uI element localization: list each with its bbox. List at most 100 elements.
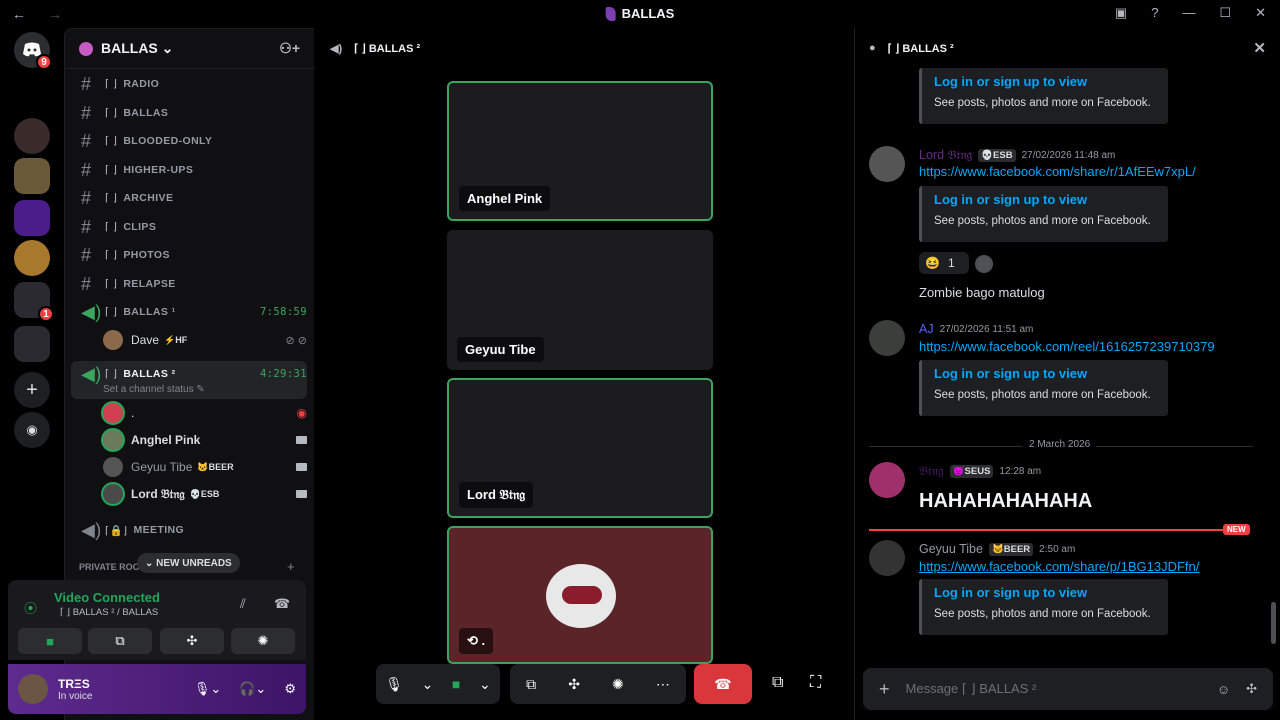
video-tile[interactable]: Lord 𝔅𝔱𝔫𝔤 bbox=[447, 378, 713, 518]
inbox-icon[interactable]: ▣ bbox=[1115, 5, 1127, 21]
add-member-icon[interactable]: ⚇+ bbox=[279, 40, 300, 57]
discord-home-icon[interactable]: 9 bbox=[14, 32, 52, 70]
channel-ballas[interactable]: # ⌈ ⌋ BALLAS bbox=[73, 100, 307, 126]
message-link[interactable]: https://www.facebook.com/reel/1616257239… bbox=[919, 339, 1215, 354]
activities-button[interactable]: ✣ bbox=[160, 628, 224, 654]
embed-title[interactable]: Log in or sign up to view bbox=[934, 74, 1156, 89]
reaction[interactable]: 😆 1 bbox=[919, 252, 969, 274]
disconnect-icon[interactable]: ☎ bbox=[274, 596, 290, 612]
fullscreen-icon[interactable]: ⛶ bbox=[810, 674, 821, 692]
soundboard-icon[interactable]: ✺ bbox=[612, 676, 624, 693]
voice-user[interactable]: Dave ⚡HF ⊘ ⊘ bbox=[103, 329, 307, 351]
channel-photos[interactable]: # ⌈ ⌋ PHOTOS bbox=[73, 242, 307, 268]
avatar[interactable] bbox=[869, 462, 905, 498]
embed-title[interactable]: Log in or sign up to view bbox=[934, 585, 1156, 600]
prestige-server-icon[interactable] bbox=[14, 240, 50, 276]
voice-channel-meeting[interactable]: ◀) ⌈🔒⌋ MEETING bbox=[73, 517, 307, 543]
message-input[interactable]: + Message ⌈ ⌋ BALLAS ² ☺ ✣ bbox=[863, 668, 1273, 710]
embed-title[interactable]: Log in or sign up to view bbox=[934, 366, 1156, 381]
close-window-button[interactable]: ✕ bbox=[1255, 5, 1266, 21]
message-author[interactable]: 𝔅𝔱𝔫𝔤 bbox=[919, 464, 944, 479]
help-icon[interactable]: ? bbox=[1151, 5, 1158, 21]
voice-user[interactable]: Geyuu Tibe 🐱BEER bbox=[103, 456, 307, 478]
notification-badge: 9 bbox=[36, 54, 52, 70]
role-tag: 😈SEUS bbox=[949, 465, 994, 478]
channel-relapse[interactable]: # ⌈ ⌋ RELAPSE bbox=[73, 271, 307, 297]
soundboard-button[interactable]: ✺ bbox=[231, 628, 295, 654]
close-icon[interactable]: ✕ bbox=[1253, 39, 1266, 57]
chevron-down-icon[interactable]: ⌄ bbox=[422, 676, 434, 693]
headphones-icon[interactable]: 🎧⌄ bbox=[239, 681, 266, 697]
notification-badge: 1 bbox=[38, 306, 54, 322]
server-avatar[interactable] bbox=[14, 158, 50, 194]
back-arrow-icon[interactable]: ← bbox=[12, 6, 26, 22]
message-link[interactable]: https://www.facebook.com/share/r/1AfEEw7… bbox=[919, 164, 1196, 179]
maximize-button[interactable]: ☐ bbox=[1219, 5, 1231, 21]
microphone-icon[interactable]: 🎙⌄ bbox=[194, 681, 221, 697]
disconnect-button[interactable]: ☎ bbox=[694, 664, 752, 704]
link-embed[interactable]: Log in or sign up to view See posts, phot… bbox=[919, 186, 1168, 242]
link-embed[interactable]: Log in or sign up to view See posts, phot… bbox=[919, 579, 1168, 635]
microphone-icon[interactable]: 🎙 bbox=[385, 676, 403, 693]
add-reaction-icon[interactable] bbox=[975, 255, 993, 273]
add-channel-icon[interactable]: + bbox=[287, 559, 295, 574]
message-author[interactable]: Lord 𝔅𝔱𝔫𝔤 bbox=[919, 148, 972, 163]
link-embed[interactable]: Log in or sign up to view See posts, phot… bbox=[919, 68, 1168, 124]
channel-bracket: ⌈ ⌋ bbox=[105, 78, 118, 90]
server-header[interactable]: BALLAS ⌄ ⚇+ bbox=[65, 29, 314, 69]
discover-icon[interactable]: ◉ bbox=[14, 412, 50, 448]
voice-user[interactable]: Anghel Pink bbox=[103, 429, 307, 451]
video-tile[interactable]: Anghel Pink bbox=[447, 81, 713, 221]
tile-name: Geyuu Tibe bbox=[457, 337, 544, 362]
settings-gear-icon[interactable]: ⚙ bbox=[284, 681, 296, 697]
embed-title[interactable]: Log in or sign up to view bbox=[934, 192, 1156, 207]
emoji-icon[interactable]: ☺ bbox=[1217, 682, 1230, 697]
camera-button[interactable]: ■ bbox=[18, 628, 82, 654]
server-folder[interactable] bbox=[14, 326, 50, 362]
avatar[interactable] bbox=[18, 674, 48, 704]
apps-icon[interactable]: ✣ bbox=[1246, 681, 1257, 697]
channel-status[interactable]: Set a channel status ✎ bbox=[103, 384, 205, 395]
message-text: Zombie bago matulog bbox=[919, 285, 1045, 300]
message-link[interactable]: https://www.facebook.com/share/p/1BG13JD… bbox=[919, 559, 1199, 574]
add-server-icon[interactable]: + bbox=[14, 372, 50, 408]
noise-suppression-icon[interactable]: ⫽ bbox=[240, 596, 246, 612]
ballas-server-icon[interactable] bbox=[14, 200, 50, 236]
add-attachment-icon[interactable]: + bbox=[879, 679, 890, 700]
channel-clips[interactable]: # ⌈ ⌋ CLIPS bbox=[73, 214, 307, 240]
new-unreads-button[interactable]: ⌄ NEW UNREADS bbox=[137, 553, 240, 573]
more-options-icon[interactable]: ⋯ bbox=[656, 676, 670, 693]
channel-higher-ups[interactable]: # ⌈ ⌋ HIGHER-UPS bbox=[73, 157, 307, 183]
avatar[interactable] bbox=[869, 146, 905, 182]
voice-channel-path[interactable]: ⌈ ⌋ BALLAS ² / BALLAS bbox=[60, 607, 158, 618]
voice-user[interactable]: Lord 𝔅𝔱𝔫𝔤 💀ESB bbox=[103, 483, 307, 505]
channel-bracket: ⌈ ⌋ bbox=[105, 164, 118, 176]
popout-icon[interactable]: ⧉ bbox=[772, 674, 783, 692]
channel-archive[interactable]: # ⌈ ⌋ ARCHIVE bbox=[73, 185, 307, 211]
voice-user[interactable]: . ◉ bbox=[103, 402, 307, 424]
channel-blooded-only[interactable]: # ⌈ ⌋ BLOODED-ONLY bbox=[73, 128, 307, 154]
voice-channel-ballas-1[interactable]: ◀) ⌈ ⌋ BALLAS ¹ 7:58:59 bbox=[73, 299, 307, 325]
server-folder[interactable]: 1 bbox=[14, 282, 54, 322]
screen-share-button[interactable]: ⧉ bbox=[88, 628, 152, 654]
avatar[interactable] bbox=[869, 320, 905, 356]
voice-status[interactable]: Video Connected bbox=[54, 590, 160, 605]
scrollbar[interactable] bbox=[1271, 602, 1276, 644]
message-author[interactable]: Geyuu Tibe bbox=[919, 542, 983, 556]
activities-icon[interactable]: ✣ bbox=[568, 676, 580, 693]
camera-icon[interactable]: ■ bbox=[452, 676, 460, 692]
video-tile[interactable]: ⟲ . bbox=[447, 526, 713, 664]
screen-share-icon[interactable]: ⧉ bbox=[526, 676, 536, 693]
link-embed[interactable]: Log in or sign up to view See posts, phot… bbox=[919, 360, 1168, 416]
forward-arrow-icon[interactable]: → bbox=[48, 6, 62, 22]
channel-radio[interactable]: # ⌈ ⌋ RADIO bbox=[73, 71, 307, 97]
video-tile[interactable]: Geyuu Tibe bbox=[447, 230, 713, 370]
avatar[interactable] bbox=[869, 540, 905, 576]
message-author[interactable]: AJ bbox=[919, 322, 934, 336]
category-label[interactable]: PRIVATE ROO bbox=[79, 562, 140, 572]
chevron-down-icon[interactable]: ⌄ bbox=[479, 676, 491, 693]
server-avatar[interactable] bbox=[14, 118, 50, 154]
avatar bbox=[103, 330, 123, 350]
new-badge: NEW bbox=[1223, 524, 1250, 535]
minimize-button[interactable]: — bbox=[1182, 5, 1195, 21]
